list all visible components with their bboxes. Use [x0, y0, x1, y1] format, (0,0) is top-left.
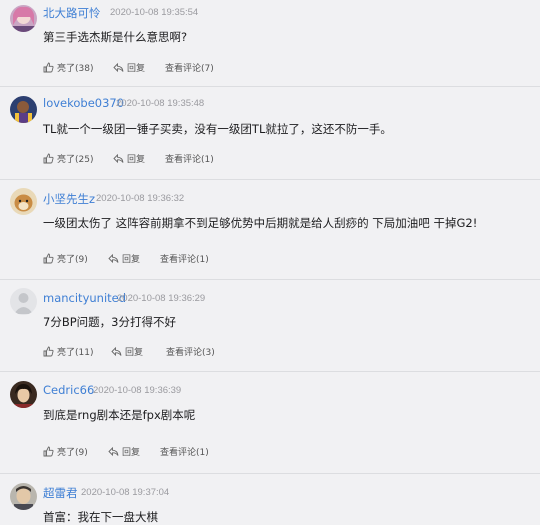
reply-arrow-icon: [113, 62, 124, 73]
comment-item: lovekobe0370 2020-10-08 19:35:48 TL就一个一级…: [0, 87, 540, 180]
reply-button[interactable]: 回复: [108, 445, 140, 458]
comment-text: 到底是rng剧本还是fpx剧本呢: [43, 408, 196, 422]
comment-text: 7分BP问题，3分打得不好: [43, 315, 176, 329]
comment-text: 一级团太伤了 这阵容前期拿不到足够优势中后期就是给人刮痧的 下局加油吧 干掉G2…: [43, 216, 478, 230]
like-button[interactable]: 亮了(9): [43, 252, 88, 265]
view-replies-link[interactable]: 查看评论(3): [166, 345, 215, 358]
view-replies-link[interactable]: 查看评论(1): [160, 252, 209, 265]
view-replies-link[interactable]: 查看评论(1): [160, 445, 209, 458]
reply-label: 回复: [122, 448, 141, 458]
avatar[interactable]: [10, 483, 37, 510]
like-count-label: 亮了(11): [57, 348, 94, 358]
username[interactable]: Cedric66: [43, 383, 94, 397]
reply-arrow-icon: [113, 153, 124, 164]
view-replies-link[interactable]: 查看评论(7): [165, 61, 214, 74]
comment-text: 第三手选杰斯是什么意思啊?: [43, 30, 188, 44]
thumbs-up-icon: [43, 346, 54, 357]
comment-text: 首富：我在下一盘大棋: [43, 510, 158, 524]
reply-arrow-icon: [108, 446, 119, 457]
like-button[interactable]: 亮了(11): [43, 345, 93, 358]
comment-text: TL就一个一级团一锤子买卖，没有一级团TL就拉了，这还不防一手。: [43, 122, 392, 136]
comment-actions: 亮了(25) 回复 查看评论(1): [43, 152, 523, 166]
avatar[interactable]: [10, 96, 37, 123]
reply-label: 回复: [127, 155, 146, 165]
thumbs-up-icon: [43, 62, 54, 73]
like-count-label: 亮了(38): [57, 64, 94, 74]
reply-label: 回复: [122, 255, 141, 265]
thumbs-up-icon: [43, 446, 54, 457]
comment-list: 北大路可怜 2020-10-08 19:35:54 第三手选杰斯是什么意思啊? …: [0, 0, 540, 524]
timestamp: 2020-10-08 19:37:04: [81, 487, 170, 498]
comment-item: 超雷君 2020-10-08 19:37:04 首富：我在下一盘大棋: [0, 474, 540, 524]
username[interactable]: 超雷君: [43, 485, 78, 501]
avatar[interactable]: [10, 188, 37, 215]
username[interactable]: 小坚先生z: [43, 191, 95, 207]
avatar[interactable]: [10, 381, 37, 408]
thumbs-up-icon: [43, 253, 54, 264]
comment-item: 小坚先生z 2020-10-08 19:36:32 一级团太伤了 这阵容前期拿不…: [0, 180, 540, 280]
like-count-label: 亮了(25): [57, 155, 94, 165]
view-replies-link[interactable]: 查看评论(1): [165, 152, 214, 165]
like-button[interactable]: 亮了(25): [43, 152, 93, 165]
timestamp: 2020-10-08 19:35:54: [110, 7, 199, 18]
reply-button[interactable]: 回复: [113, 61, 145, 74]
username[interactable]: lovekobe0370: [43, 96, 124, 110]
view-replies-label: 查看评论(1): [160, 448, 209, 458]
view-replies-label: 查看评论(1): [160, 255, 209, 265]
view-replies-label: 查看评论(1): [165, 155, 214, 165]
timestamp: 2020-10-08 19:36:29: [117, 293, 206, 304]
view-replies-label: 查看评论(3): [166, 348, 215, 358]
reply-label: 回复: [127, 64, 146, 74]
comment-actions: 亮了(11) 回复 查看评论(3): [43, 345, 523, 359]
comment-item: 北大路可怜 2020-10-08 19:35:54 第三手选杰斯是什么意思啊? …: [0, 0, 540, 87]
reply-button[interactable]: 回复: [113, 152, 145, 165]
like-count-label: 亮了(9): [57, 448, 88, 458]
reply-arrow-icon: [108, 253, 119, 264]
like-button[interactable]: 亮了(9): [43, 445, 88, 458]
timestamp: 2020-10-08 19:35:48: [116, 98, 205, 109]
avatar[interactable]: [10, 288, 37, 315]
comment-actions: 亮了(38) 回复 查看评论(7): [43, 61, 523, 75]
comment-actions: 亮了(9) 回复 查看评论(1): [43, 445, 523, 459]
reply-button[interactable]: 回复: [108, 252, 140, 265]
username[interactable]: mancityunited: [43, 291, 126, 305]
comment-actions: 亮了(9) 回复 查看评论(1): [43, 252, 523, 266]
timestamp: 2020-10-08 19:36:32: [96, 193, 185, 204]
reply-button[interactable]: 回复: [111, 345, 143, 358]
view-replies-label: 查看评论(7): [165, 64, 214, 74]
like-count-label: 亮了(9): [57, 255, 88, 265]
username[interactable]: 北大路可怜: [43, 5, 101, 21]
comment-item: Cedric66 2020-10-08 19:36:39 到底是rng剧本还是f…: [0, 372, 540, 474]
like-button[interactable]: 亮了(38): [43, 61, 93, 74]
avatar[interactable]: [10, 5, 37, 32]
reply-label: 回复: [125, 348, 144, 358]
comment-item: mancityunited 2020-10-08 19:36:29 7分BP问题…: [0, 280, 540, 372]
reply-arrow-icon: [111, 346, 122, 357]
timestamp: 2020-10-08 19:36:39: [93, 385, 182, 396]
thumbs-up-icon: [43, 153, 54, 164]
